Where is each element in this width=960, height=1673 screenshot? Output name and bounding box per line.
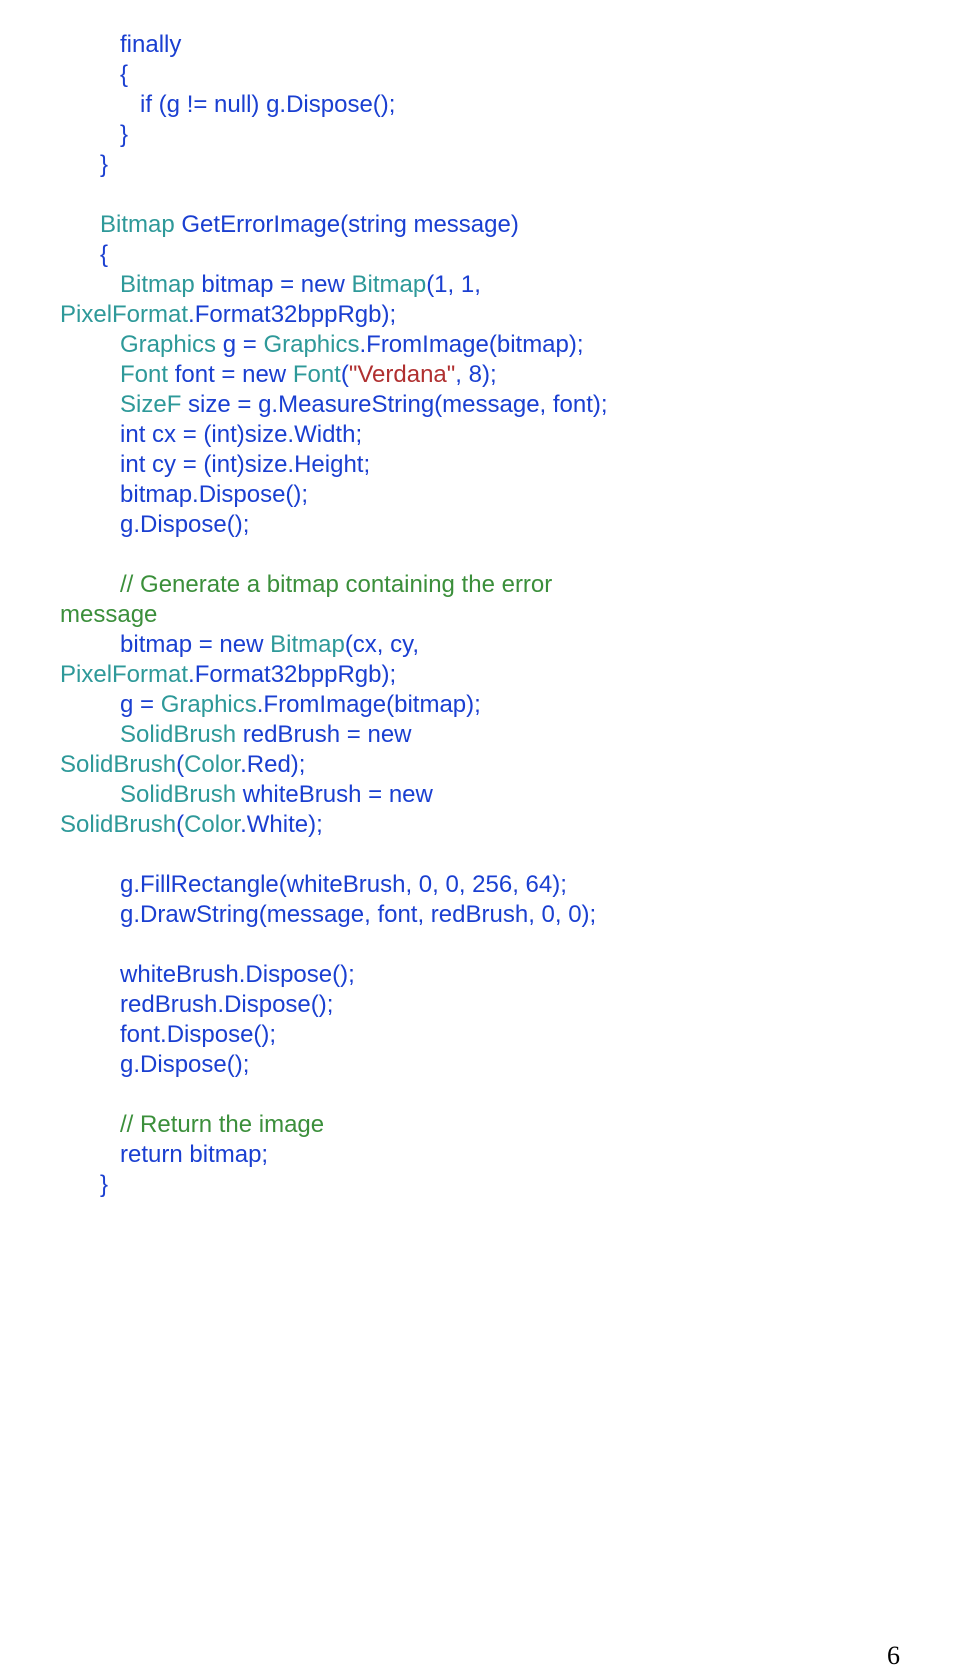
code-line: { <box>60 241 108 268</box>
code-line: SolidBrush redBrush = new <box>60 721 412 748</box>
code-line: SolidBrush whiteBrush = new <box>60 781 433 808</box>
code-line: SolidBrush(Color.Red); <box>60 751 305 778</box>
page-content: finally { if (g != null) g.Dispose(); } … <box>0 0 960 1240</box>
code-line: bitmap.Dispose(); <box>60 481 308 508</box>
code-line: Font font = new Font("Verdana", 8); <box>60 361 497 388</box>
code-line: PixelFormat.Format32bppRgb); <box>60 661 396 688</box>
code-line: g = Graphics.FromImage(bitmap); <box>60 691 481 718</box>
code-line: Bitmap GetErrorImage(string message) <box>60 211 519 238</box>
code-line: } <box>60 1171 108 1198</box>
code-line: Graphics g = Graphics.FromImage(bitmap); <box>60 331 584 358</box>
code-line: int cx = (int)size.Width; <box>60 421 362 448</box>
code-line: redBrush.Dispose(); <box>60 991 333 1018</box>
code-line: g.Dispose(); <box>60 1051 249 1078</box>
code-line: whiteBrush.Dispose(); <box>60 961 355 988</box>
code-line: { <box>60 61 128 88</box>
code-line: if (g != null) g.Dispose(); <box>60 91 395 118</box>
code-block: finally { if (g != null) g.Dispose(); } … <box>60 30 900 1200</box>
code-line: bitmap = new Bitmap(cx, cy, <box>60 631 419 658</box>
code-line: PixelFormat.Format32bppRgb); <box>60 301 396 328</box>
code-line: font.Dispose(); <box>60 1021 276 1048</box>
code-line: message <box>60 601 157 628</box>
code-line: return bitmap; <box>60 1141 268 1168</box>
code-line: finally <box>60 31 181 58</box>
page-number: 6 <box>0 1640 960 1673</box>
code-line: // Generate a bitmap containing the erro… <box>60 571 552 598</box>
code-line: g.DrawString(message, font, redBrush, 0,… <box>60 901 596 928</box>
code-line: SizeF size = g.MeasureString(message, fo… <box>60 391 608 418</box>
code-line: g.Dispose(); <box>60 511 249 538</box>
code-line: // Return the image <box>60 1111 324 1138</box>
code-line: g.FillRectangle(whiteBrush, 0, 0, 256, 6… <box>60 871 567 898</box>
code-line: Bitmap bitmap = new Bitmap(1, 1, <box>60 271 481 298</box>
code-line: int cy = (int)size.Height; <box>60 451 370 478</box>
code-line: } <box>60 121 128 148</box>
code-line: } <box>60 151 108 178</box>
code-line: SolidBrush(Color.White); <box>60 811 323 838</box>
